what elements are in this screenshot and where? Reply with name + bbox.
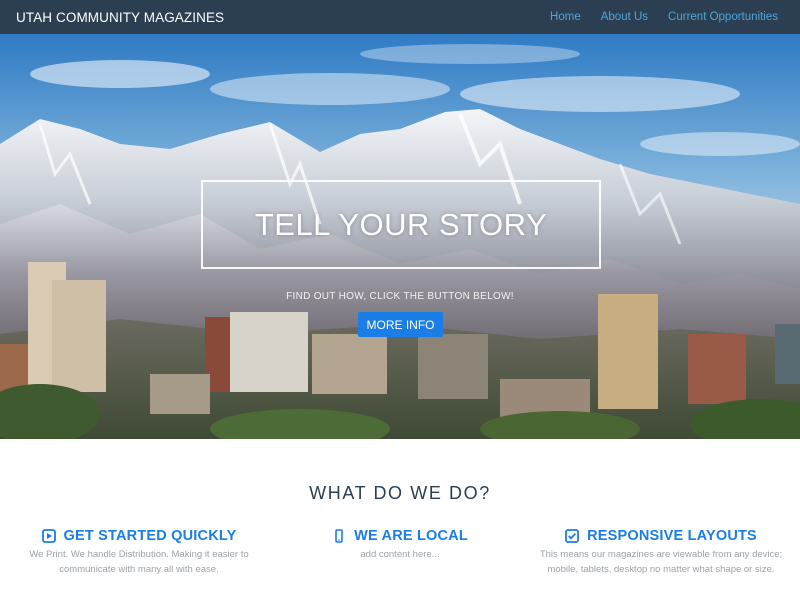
feature-description: We Print. We handle Distribution. Making… [6,547,272,577]
hero-subtitle: FIND OUT HOW, CLICK THE BUTTON BELOW! [286,291,514,302]
feature-heading: WE ARE LOCAL [267,528,533,544]
check-square-icon [565,529,579,543]
feature-description: This means our magazines are viewable fr… [528,547,794,577]
feature-heading: GET STARTED QUICKLY [6,528,272,544]
feature-we-are-local: WE ARE LOCAL add content here... [267,528,533,562]
feature-heading: RESPONSIVE LAYOUTS [528,528,794,544]
nav-links: Home About Us Current Opportunities [540,11,788,23]
nav-link-home[interactable]: Home [540,11,591,23]
feature-title: RESPONSIVE LAYOUTS [587,528,757,544]
feature-line: We Print. We handle Distribution. Making… [29,549,249,560]
feature-line: communicate with many all with ease. [59,564,219,575]
brand-link[interactable]: UTAH COMMUNITY MAGAZINES [16,10,224,25]
hero-banner: TELL YOUR STORY FIND OUT HOW, CLICK THE … [0,34,800,439]
feature-line: This means our magazines are viewable fr… [539,549,783,560]
feature-responsive-layouts: RESPONSIVE LAYOUTS This means our magazi… [528,528,794,577]
hero-title: TELL YOUR STORY [254,206,548,242]
feature-line: mobile, tablets, desktop no matter what … [547,564,775,575]
nav-link-current-opportunities[interactable]: Current Opportunities [658,11,788,23]
play-square-icon [41,529,56,543]
feature-title: WE ARE LOCAL [354,528,468,544]
feature-title: GET STARTED QUICKLY [63,528,237,544]
section-title: WHAT DO WE DO? [309,483,491,503]
more-info-button[interactable]: MORE INFO [358,312,443,337]
feature-get-started: GET STARTED QUICKLY We Print. We handle … [6,528,272,577]
navbar: UTAH COMMUNITY MAGAZINES Home About Us C… [0,0,800,34]
mobile-icon [332,529,346,543]
nav-link-about-us[interactable]: About Us [591,11,658,23]
feature-description: add content here... [267,547,533,562]
hero-title-frame: TELL YOUR STORY [201,180,601,269]
feature-line: add content here... [360,549,440,560]
